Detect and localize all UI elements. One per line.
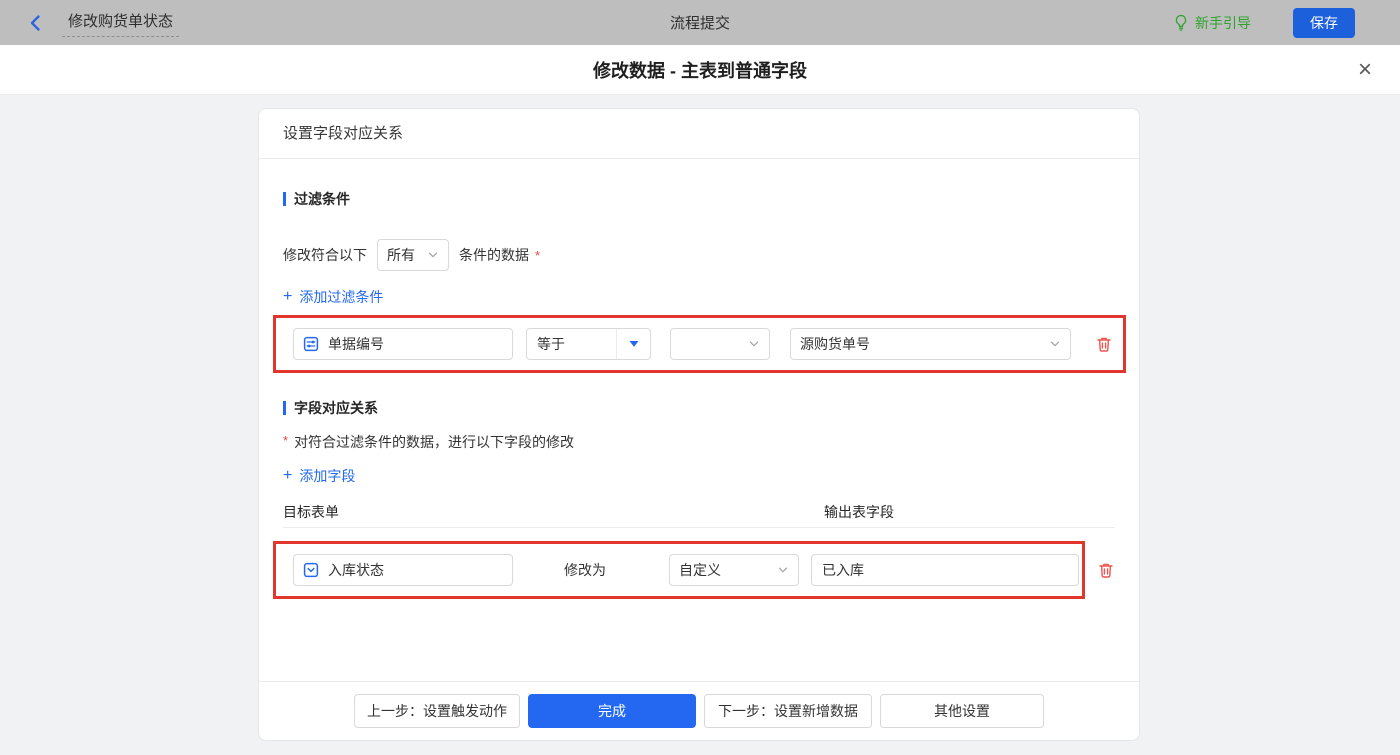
filter-section-label: 过滤条件 (294, 189, 350, 209)
add-filter-condition-label: 添加过滤条件 (299, 287, 383, 307)
serial-number-field-icon (303, 336, 319, 352)
filter-value-select[interactable]: 源购货单号 (790, 328, 1071, 360)
operator-select[interactable]: 等于 (526, 328, 651, 360)
mapping-section-title: 字段对应关系 (283, 398, 1115, 418)
filter-value: 源购货单号 (800, 334, 870, 354)
chevron-down-icon (748, 338, 760, 350)
column-output-fields: 输出表字段 (824, 502, 894, 522)
next-step-button[interactable]: 下一步：设置新增数据 (704, 694, 872, 728)
filter-field-select[interactable]: 单据编号 (293, 328, 513, 360)
custom-value-input[interactable] (811, 554, 1079, 586)
column-target-form: 目标表单 (283, 504, 339, 520)
mapping-row-highlighted: 入库状态 修改为 自定义 (273, 541, 1085, 599)
back-button[interactable] (26, 13, 46, 33)
field-mapping-card: 设置字段对应关系 过滤条件 修改符合以下 所有 条件的数据 * + (258, 108, 1140, 741)
filter-section-title: 过滤条件 (283, 189, 1115, 209)
match-suffix: 条件的数据 (459, 245, 529, 265)
beginner-guide-label: 新手引导 (1195, 13, 1251, 33)
modify-to-label: 修改为 (564, 560, 606, 580)
chevron-down-icon (777, 564, 789, 576)
filter-field-value: 单据编号 (328, 334, 384, 354)
topbar: 修改购货单状态 流程提交 新手引导 保存 (0, 0, 1400, 45)
column-divider (283, 527, 1115, 528)
save-button[interactable]: 保存 (1293, 8, 1355, 38)
add-filter-condition-link[interactable]: + 添加过滤条件 (283, 287, 383, 307)
card-footer: 上一步：设置触发动作 完成 下一步：设置新增数据 其他设置 (259, 681, 1139, 740)
trash-icon (1097, 561, 1115, 579)
prev-step-button[interactable]: 上一步：设置触发动作 (354, 694, 520, 728)
modal-title: 修改数据 - 主表到普通字段 (593, 57, 807, 83)
modal-header: 修改数据 - 主表到普通字段 × (0, 45, 1400, 95)
delete-mapping-button[interactable] (1097, 561, 1115, 579)
mapping-description: * 对符合过滤条件的数据，进行以下字段的修改 (283, 432, 1115, 452)
done-button[interactable]: 完成 (528, 694, 696, 728)
chevron-down-icon (1049, 338, 1061, 350)
dropdown-field-icon (303, 562, 319, 578)
match-prefix: 修改符合以下 (283, 245, 367, 265)
plus-icon: + (283, 290, 292, 304)
delete-condition-button[interactable] (1095, 335, 1113, 353)
card-header: 设置字段对应关系 (259, 109, 1139, 159)
section-accent-bar (283, 401, 286, 415)
target-field-value: 入库状态 (328, 560, 384, 580)
section-accent-bar (283, 192, 286, 206)
mapping-column-headers: 目标表单 输出表字段 (283, 502, 1115, 520)
flow-title[interactable]: 修改购货单状态 (62, 8, 179, 37)
plus-icon: + (283, 469, 292, 483)
filter-condition-row-highlighted: 单据编号 等于 源购货单号 (273, 315, 1126, 373)
required-mark: * (535, 248, 540, 263)
required-mark: * (283, 433, 288, 448)
caret-down-icon (616, 329, 650, 359)
mapping-value-type: 自定义 (679, 560, 721, 580)
other-settings-button[interactable]: 其他设置 (880, 694, 1044, 728)
modal-body: 设置字段对应关系 过滤条件 修改符合以下 所有 条件的数据 * + (0, 95, 1400, 754)
target-field-select[interactable]: 入库状态 (293, 554, 513, 586)
beginner-guide-link[interactable]: 新手引导 (1173, 13, 1251, 33)
trash-icon (1095, 335, 1113, 353)
value-type-select[interactable] (670, 328, 770, 360)
match-mode-select[interactable]: 所有 (377, 239, 449, 271)
match-mode-value: 所有 (387, 245, 415, 265)
match-condition-row: 修改符合以下 所有 条件的数据 * (283, 239, 1115, 271)
close-icon[interactable]: × (1358, 58, 1372, 82)
chevron-left-icon (26, 13, 46, 33)
add-field-link[interactable]: + 添加字段 (283, 466, 355, 486)
add-field-label: 添加字段 (299, 466, 355, 486)
chevron-down-icon (427, 249, 439, 261)
mapping-section-label: 字段对应关系 (294, 398, 378, 418)
operator-value: 等于 (527, 334, 616, 354)
mapping-description-text: 对符合过滤条件的数据，进行以下字段的修改 (294, 432, 574, 452)
mapping-value-type-select[interactable]: 自定义 (669, 554, 799, 586)
lightbulb-icon (1173, 14, 1189, 31)
